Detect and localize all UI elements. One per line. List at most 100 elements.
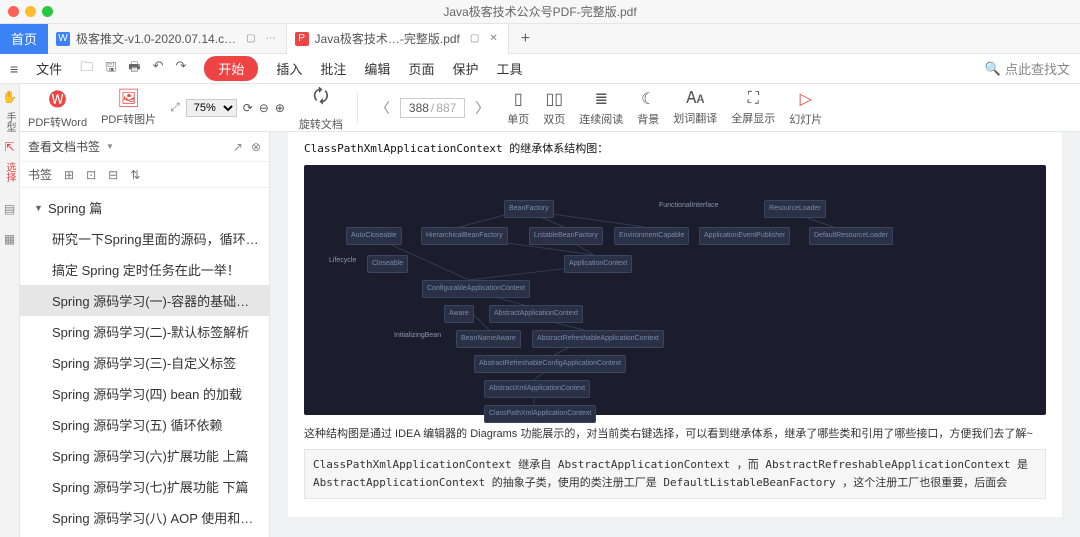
page-current: 388 bbox=[409, 101, 429, 115]
search-icon: 🔍 bbox=[985, 61, 1001, 77]
text-translate-button[interactable]: 🗛 划词翻译 bbox=[673, 90, 717, 126]
main-area: ✋ 手型 ⇱ 选择 ▤ ▦ 🅦 PDF转Word 🖼 PDF转图片 ⤢ 75% … bbox=[0, 84, 1080, 537]
view-single-page[interactable]: ▯ 单页 bbox=[507, 89, 529, 127]
bookmark-item[interactable]: 研究一下Spring里面的源码，循环… bbox=[20, 223, 269, 254]
bookmark-add-icon[interactable]: ⊞ bbox=[64, 168, 74, 182]
bookmark-del-icon[interactable]: ⊟ bbox=[108, 168, 118, 182]
slideshow-button[interactable]: ▷ 幻灯片 bbox=[789, 89, 822, 127]
zoom-in-icon[interactable]: ⊕ bbox=[275, 101, 285, 115]
print-icon[interactable]: 🖶 bbox=[128, 58, 140, 80]
word-doc-icon: W bbox=[56, 32, 70, 46]
next-page-icon[interactable]: 〉 bbox=[471, 98, 493, 118]
add-tab-button[interactable]: + bbox=[509, 30, 542, 48]
diagram-node: AbstractRefreshableApplicationContext bbox=[532, 330, 664, 348]
search-box[interactable]: 🔍 点此查找文 bbox=[985, 59, 1070, 78]
file-tab-pdf[interactable]: P Java极客技术…-完整版.pdf ▢ ✕ bbox=[286, 24, 509, 54]
bookmark-item[interactable]: Spring 源码学习(三)-自定义标签 bbox=[20, 347, 269, 378]
view-double-page[interactable]: ▯▯ 双页 bbox=[543, 89, 565, 127]
page-viewer[interactable]: ClassPathXmlApplicationContext 的继承体系结构图：… bbox=[270, 132, 1080, 537]
bookmark-sort-icon[interactable]: ⇅ bbox=[130, 168, 140, 182]
traffic-lights bbox=[0, 6, 53, 17]
bookmark-item[interactable]: Spring 源码学习(二)-默认标签解析 bbox=[20, 316, 269, 347]
popout-icon[interactable]: ↗ bbox=[233, 140, 243, 154]
double-page-label: 双页 bbox=[543, 111, 565, 127]
collapse-icon[interactable]: ▼ bbox=[34, 203, 44, 213]
double-page-icon: ▯▯ bbox=[545, 89, 563, 109]
ribbon-edit[interactable]: 编辑 bbox=[364, 59, 390, 78]
left-tool-strip: ✋ 手型 ⇱ 选择 ▤ ▦ bbox=[0, 84, 20, 537]
view-continuous[interactable]: ≣ 连续阅读 bbox=[579, 89, 623, 127]
refresh-icon[interactable]: ⟳ bbox=[243, 101, 253, 115]
close-window-icon[interactable] bbox=[8, 6, 19, 17]
diagram-node: AbstractApplicationContext bbox=[489, 305, 583, 323]
bookmark-item[interactable]: Spring 源码学习(一)-容器的基础… bbox=[20, 285, 269, 316]
redo-icon[interactable]: ↷ bbox=[175, 58, 186, 80]
sidebar-toolbar: 书签 ⊞ ⊡ ⊟ ⇅ bbox=[20, 162, 269, 188]
save-icon[interactable]: 🖫 bbox=[105, 58, 116, 80]
diagram-node: ResourceLoader bbox=[764, 200, 826, 218]
diagram-node: AbstractXmlApplicationContext bbox=[484, 380, 590, 398]
bookmark-item[interactable]: Spring 源码学习(九) Transaction … bbox=[20, 533, 269, 537]
bookmark-edit-icon[interactable]: ⊡ bbox=[86, 168, 96, 182]
panel-icon-2[interactable]: ▦ bbox=[4, 230, 15, 248]
ribbon-insert[interactable]: 插入 bbox=[276, 59, 302, 78]
fullscreen-button[interactable]: ⛶ 全屏显示 bbox=[731, 90, 775, 126]
file-tab-doc[interactable]: W 极客推文-v1.0-2020.07.14.c… ▢ ⋯ bbox=[48, 24, 286, 54]
ribbon-tools[interactable]: 工具 bbox=[496, 59, 522, 78]
hamburger-icon[interactable]: ≡ bbox=[10, 61, 18, 77]
diagram-node: BeanNameAware bbox=[456, 330, 521, 348]
pdf-page: ClassPathXmlApplicationContext 的继承体系结构图：… bbox=[288, 132, 1062, 517]
file-tab-label: Java极客技术…-完整版.pdf bbox=[315, 30, 460, 47]
diagram-node: AbstractRefreshableConfigApplicationCont… bbox=[474, 355, 626, 373]
tab-menu-icon[interactable]: ⋯ bbox=[266, 33, 276, 44]
class-hierarchy-diagram: BeanFactoryFunctionalInterfaceResourceLo… bbox=[304, 165, 1046, 415]
close-sidebar-icon[interactable]: ⊗ bbox=[251, 140, 261, 154]
compress-icon[interactable]: ⤢ bbox=[170, 100, 180, 115]
pdf-to-image-button[interactable]: 🖼 PDF转图片 bbox=[101, 88, 156, 127]
pdf-doc-icon: P bbox=[295, 32, 309, 46]
ribbon-pages[interactable]: 页面 bbox=[408, 59, 434, 78]
home-tab[interactable]: 首页 bbox=[0, 24, 48, 54]
tab-close-icon[interactable]: ✕ bbox=[489, 33, 497, 44]
pdf-to-image-icon: 🖼 bbox=[117, 88, 140, 109]
maximize-window-icon[interactable] bbox=[42, 6, 53, 17]
minimize-window-icon[interactable] bbox=[25, 6, 36, 17]
pdf-to-word-icon: 🅦 bbox=[49, 86, 67, 112]
tab-window-icon[interactable]: ▢ bbox=[246, 33, 255, 44]
undo-icon[interactable]: ↶ bbox=[153, 58, 164, 80]
bookmark-item[interactable]: Spring 源码学习(八) AOP 使用和… bbox=[20, 502, 269, 533]
bookmark-root[interactable]: ▼ Spring 篇 bbox=[20, 192, 269, 223]
open-folder-icon[interactable]: 🗀 bbox=[80, 58, 93, 80]
file-menu[interactable]: 文件 bbox=[36, 59, 62, 78]
bookmark-tab[interactable]: 书签 bbox=[28, 166, 52, 183]
ribbon-annotate[interactable]: 批注 bbox=[320, 59, 346, 78]
panel-icon-1[interactable]: ▤ bbox=[4, 200, 15, 218]
diagram-node: Lifecycle bbox=[329, 255, 356, 267]
bookmark-item[interactable]: Spring 源码学习(五) 循环依赖 bbox=[20, 409, 269, 440]
chevron-down-icon[interactable]: ▼ bbox=[106, 142, 114, 151]
moon-icon: ☾ bbox=[641, 89, 655, 109]
sidebar-title[interactable]: 查看文档书签 bbox=[28, 138, 100, 155]
ribbon-protect[interactable]: 保护 bbox=[452, 59, 478, 78]
zoom-select[interactable]: 75% bbox=[186, 99, 237, 117]
continuous-icon: ≣ bbox=[595, 89, 608, 109]
tab-window-icon[interactable]: ▢ bbox=[470, 33, 479, 44]
hand-tool-icon[interactable]: ✋ bbox=[2, 88, 17, 106]
page-number-box[interactable]: 388 / 887 bbox=[400, 98, 465, 118]
separator bbox=[357, 93, 358, 123]
pdf-to-word-button[interactable]: 🅦 PDF转Word bbox=[28, 86, 87, 130]
rotate-doc-button[interactable]: 🗘 旋转文档 bbox=[299, 84, 343, 132]
bookmark-item[interactable]: Spring 源码学习(六)扩展功能 上篇 bbox=[20, 440, 269, 471]
bookmark-item[interactable]: 搞定 Spring 定时任务在此一举！ bbox=[20, 254, 269, 285]
select-tool-icon[interactable]: ⇱ bbox=[4, 138, 14, 156]
bookmark-item[interactable]: Spring 源码学习(四) bean 的加载 bbox=[20, 378, 269, 409]
page-total: 887 bbox=[436, 101, 456, 115]
zoom-out-icon[interactable]: ⊖ bbox=[259, 101, 269, 115]
diagram-node: ListableBeanFactory bbox=[529, 227, 603, 245]
ribbon-start[interactable]: 开始 bbox=[204, 56, 258, 81]
pdf-to-image-label: PDF转图片 bbox=[101, 111, 156, 127]
prev-page-icon[interactable]: 〈 bbox=[372, 98, 394, 118]
background-label: 背景 bbox=[637, 111, 659, 127]
background-button[interactable]: ☾ 背景 bbox=[637, 89, 659, 127]
bookmark-item[interactable]: Spring 源码学习(七)扩展功能 下篇 bbox=[20, 471, 269, 502]
